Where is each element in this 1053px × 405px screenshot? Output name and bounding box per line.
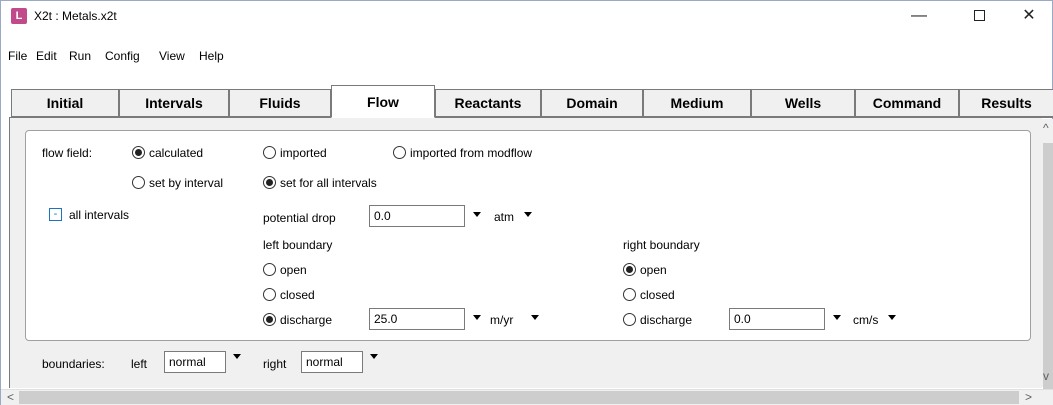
vertical-scrollbar-thumb[interactable] [1043,143,1053,393]
collapse-toggle[interactable]: - [49,208,62,221]
left-discharge-unit-dropdown-icon[interactable] [531,315,539,320]
menu-view[interactable]: View [159,49,185,63]
maximize-button[interactable] [956,1,1002,31]
tab-medium[interactable]: Medium [643,89,751,117]
flow-field-label: flow field: [42,146,93,160]
right-boundary-label: right boundary [623,238,700,252]
tab-fluids[interactable]: Fluids [229,89,331,117]
radio-left-discharge[interactable] [263,313,276,326]
potential-drop-unit-dropdown-icon[interactable] [524,212,532,217]
label-left-closed: closed [280,288,315,302]
label-right-closed: closed [640,288,675,302]
tab-reactants[interactable]: Reactants [435,89,541,117]
tab-results[interactable]: Results [959,89,1053,117]
label-right-discharge: discharge [640,313,693,327]
scroll-left-icon[interactable]: < [7,390,14,404]
radio-right-discharge[interactable] [623,313,636,326]
boundaries-left-select[interactable]: normal [164,351,226,373]
radio-imported[interactable] [263,146,276,159]
label-left-open: open [280,263,307,277]
radio-left-closed[interactable] [263,288,276,301]
menu-file[interactable]: File [8,49,27,63]
boundaries-right-label: right [263,357,287,371]
scroll-right-icon[interactable]: > [1025,390,1032,404]
minimize-button[interactable]: — [896,1,942,31]
tab-domain[interactable]: Domain [541,89,643,117]
boundaries-left-dropdown-icon[interactable] [233,354,241,359]
right-discharge-unit-dropdown-icon[interactable] [888,315,896,320]
potential-drop-label: potential drop [263,211,336,225]
window-title: X2t : Metals.x2t [34,9,117,23]
potential-drop-unit[interactable]: atm [494,210,514,224]
app-window: L X2t : Metals.x2t — ✕ File Edit Run Con… [0,0,1053,405]
tab-intervals[interactable]: Intervals [119,89,229,117]
tab-wells[interactable]: Wells [751,89,855,117]
left-boundary-label: left boundary [263,238,333,252]
menu-edit[interactable]: Edit [36,49,57,63]
radio-set-by-interval[interactable] [132,176,145,189]
radio-left-open[interactable] [263,263,276,276]
tab-flow[interactable]: Flow [331,85,435,118]
radio-right-closed[interactable] [623,288,636,301]
label-right-open: open [640,263,667,277]
radio-calculated[interactable] [132,146,145,159]
boundaries-right-dropdown-icon[interactable] [370,354,378,359]
menu-run[interactable]: Run [69,49,91,63]
left-discharge-input[interactable]: 25.0 [369,308,465,330]
boundaries-right-select[interactable]: normal [301,351,363,373]
potential-drop-input[interactable]: 0.0 [369,205,465,227]
boundaries-label: boundaries: [42,357,105,371]
x2t-app-icon: L [11,8,27,24]
label-set-by-interval: set by interval [149,176,224,190]
boundaries-left-label: left [131,357,148,371]
close-button[interactable]: ✕ [1006,1,1052,31]
radio-imported-modflow[interactable] [393,146,406,159]
label-calculated: calculated [149,146,204,160]
radio-set-all-intervals[interactable] [263,176,276,189]
flow-settings-box [25,130,1031,341]
tab-command[interactable]: Command [855,89,959,117]
scroll-down-icon[interactable]: v [1043,369,1049,383]
menu-config[interactable]: Config [105,49,140,63]
left-discharge-dropdown-icon[interactable] [473,315,481,320]
horizontal-scrollbar-thumb[interactable] [19,391,1019,404]
label-left-discharge: discharge [280,313,333,327]
maximize-icon [973,10,985,22]
label-set-all-intervals: set for all intervals [280,176,377,190]
potential-drop-dropdown-icon[interactable] [473,212,481,217]
scroll-up-icon[interactable]: ^ [1043,121,1049,135]
menu-bar: File Edit Run Config View Help [1,49,1052,69]
label-imported-modflow: imported from modflow [410,146,533,160]
right-discharge-dropdown-icon[interactable] [833,315,841,320]
radio-right-open[interactable] [623,263,636,276]
right-discharge-input[interactable]: 0.0 [729,308,825,330]
tab-initial[interactable]: Initial [11,89,119,117]
title-bar: L X2t : Metals.x2t — ✕ [1,1,1052,31]
menu-help[interactable]: Help [199,49,224,63]
tab-bar: Initial Intervals Fluids Flow Reactants … [9,85,1053,119]
right-discharge-unit[interactable]: cm/s [853,313,878,327]
left-discharge-unit[interactable]: m/yr [490,313,513,327]
label-imported: imported [280,146,327,160]
all-intervals-label: all intervals [69,208,130,222]
